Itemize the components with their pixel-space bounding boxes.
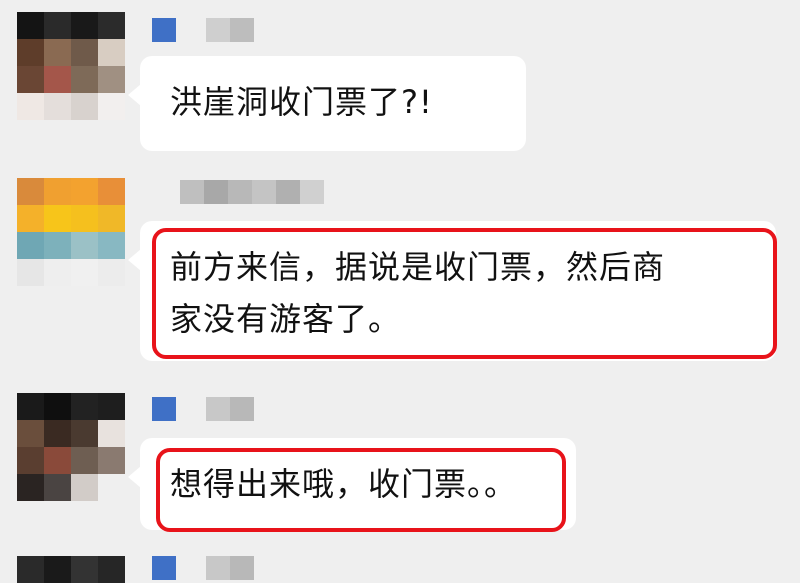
message-text: 洪崖洞收门票了?! — [170, 83, 433, 121]
message-bubble[interactable]: 洪崖洞收门票了?! — [128, 56, 526, 151]
sender-name-blurred — [152, 556, 254, 580]
avatar[interactable] — [17, 393, 125, 501]
avatar[interactable] — [17, 178, 125, 286]
sender-name-blurred — [180, 180, 324, 204]
avatar[interactable] — [17, 556, 125, 583]
avatar[interactable] — [17, 12, 125, 120]
sender-name-blurred — [152, 397, 254, 421]
highlight-frame — [156, 448, 566, 532]
sender-name-blurred — [152, 18, 254, 42]
highlight-frame — [152, 228, 777, 359]
